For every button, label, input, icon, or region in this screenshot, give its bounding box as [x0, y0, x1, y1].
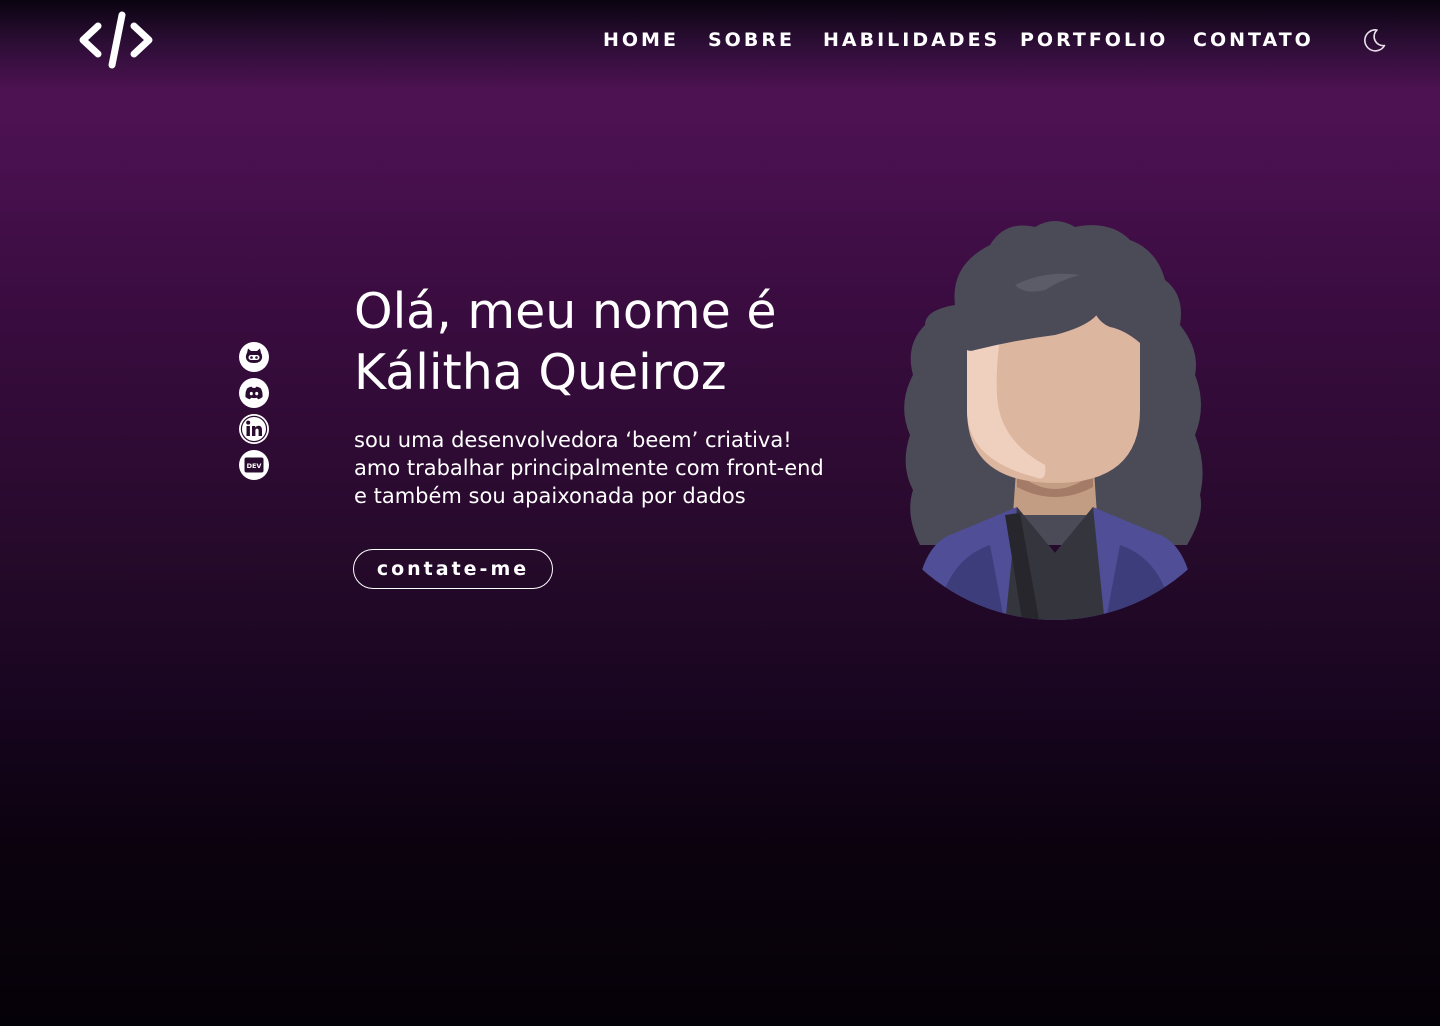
github-icon[interactable] — [238, 341, 270, 373]
hero-description: sou uma desenvolvedora ‘beem’ criativa! … — [354, 426, 874, 510]
hero-desc-line-1: sou uma desenvolvedora ‘beem’ criativa! — [354, 428, 792, 452]
nav-home[interactable]: HOME — [603, 29, 679, 51]
nav-portfolio[interactable]: PORTFOLIO — [1020, 29, 1168, 51]
social-links: DEV — [238, 341, 272, 485]
hero-title-line-1: Olá, meu nome é — [354, 283, 777, 340]
hero-desc-line-3: e também sou apaixonada por dados — [354, 484, 746, 508]
linkedin-icon[interactable] — [238, 413, 270, 445]
hero-desc-line-2: amo trabalhar principalmente com front-e… — [354, 456, 824, 480]
code-brackets-icon[interactable] — [78, 10, 154, 70]
dev-icon-text: DEV — [247, 462, 262, 470]
nav-contato[interactable]: CONTATO — [1193, 29, 1314, 51]
moon-icon[interactable] — [1360, 26, 1388, 54]
hero-title-line-2: Kálitha Queiroz — [354, 344, 727, 401]
contact-me-button[interactable]: contate-me — [353, 549, 553, 589]
hero-title: Olá, meu nome é Kálitha Queiroz — [354, 281, 874, 403]
dev-icon[interactable]: DEV — [238, 449, 270, 481]
nav-habilidades[interactable]: HABILIDADES — [823, 29, 1000, 51]
nav-sobre[interactable]: SOBRE — [708, 29, 795, 51]
top-nav-bar: HOME SOBRE HABILIDADES PORTFOLIO CONTATO — [0, 0, 1440, 82]
avatar-illustration — [904, 221, 1203, 620]
discord-icon[interactable] — [238, 377, 270, 409]
